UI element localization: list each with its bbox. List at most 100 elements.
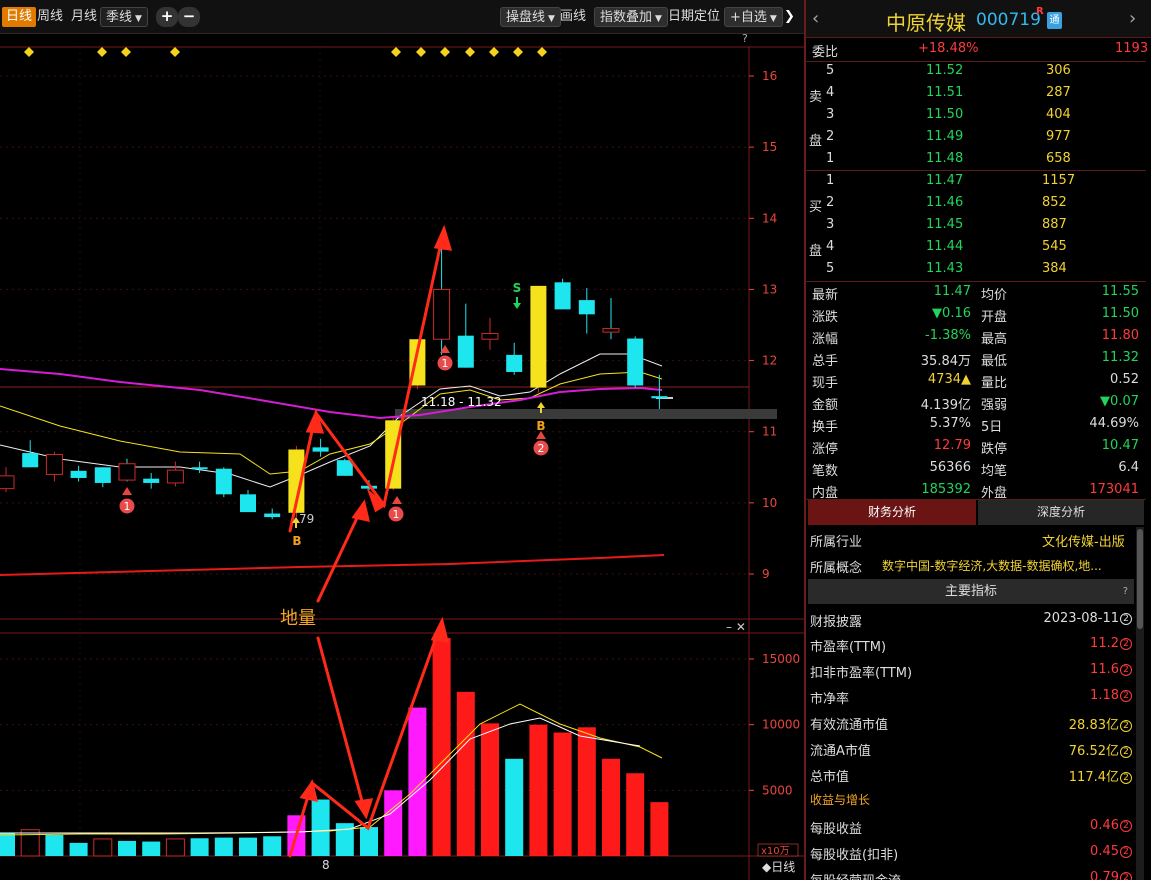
trading-line-menu[interactable]: 操盘线 ▼: [500, 7, 561, 27]
volume-bar: [481, 723, 499, 856]
candle-body: [651, 396, 668, 399]
chevron-right-icon[interactable]: ›: [1129, 8, 1136, 29]
buy-price[interactable]: 11.44: [926, 239, 963, 254]
date-locate-button[interactable]: 日期定位: [668, 7, 720, 27]
circle-two-icon: 2: [1120, 872, 1132, 880]
buy-price[interactable]: 11.45: [926, 217, 963, 232]
scrollbar-thumb[interactable]: [1137, 529, 1143, 629]
sell-level: 1: [826, 151, 835, 166]
candle-body: [118, 463, 136, 481]
volume-bar: [20, 829, 40, 857]
volume-panel-controls[interactable]: – ✕: [726, 620, 746, 634]
stat-value: 173041: [1089, 482, 1139, 497]
zoom-in-button[interactable]: +: [156, 7, 178, 27]
earnings-row[interactable]: 每股收益(扣非) 0.45 2: [810, 844, 1132, 870]
candle-body: [336, 460, 353, 476]
buy-marker: B: [536, 419, 545, 433]
sell-level: 3: [826, 107, 835, 122]
metric-row[interactable]: 有效流通市值 28.83亿 2: [810, 714, 1132, 740]
buy-volume: 887: [1042, 217, 1067, 232]
metric-row[interactable]: 扣非市盈率(TTM) 11.6 2: [810, 662, 1132, 688]
period-tab-quarter[interactable]: 季线 ▼: [100, 7, 148, 27]
candle-body: [22, 453, 39, 468]
earnings-row[interactable]: 每股经营现金流 0.792: [810, 870, 1132, 880]
price-tick-label: 15: [762, 140, 777, 154]
growth-header: 收益与增长: [810, 793, 871, 807]
candle-body: [215, 468, 232, 495]
buy-volume: 852: [1042, 195, 1067, 210]
stat-value: 11.47: [933, 284, 971, 299]
trading-line-label: 操盘线: [506, 10, 546, 25]
buy-volume: 1157: [1042, 173, 1076, 188]
collapse-panel-icon[interactable]: ❯: [784, 7, 795, 27]
circle-two-icon: 2: [1120, 746, 1132, 758]
metric-row[interactable]: 流通A市值 76.52亿 2: [810, 740, 1132, 766]
help-icon[interactable]: ?: [1123, 579, 1128, 604]
index-overlay-menu[interactable]: 指数叠加 ▼: [594, 7, 668, 27]
metric-row[interactable]: 总市值 117.4亿 2: [810, 766, 1132, 792]
tab-finance[interactable]: 财务分析: [808, 500, 976, 525]
price-tick-label: 16: [762, 69, 777, 83]
stat-label: 跌停: [981, 442, 1008, 457]
panel-scrollbar[interactable]: [1136, 527, 1144, 880]
circle-two-icon: 2: [1120, 664, 1132, 676]
sell-price[interactable]: 11.51: [926, 85, 963, 100]
watchlist-label: +自选: [730, 10, 767, 25]
volume-tick-label: 15000: [762, 652, 800, 666]
metric-label: 有效流通市值: [810, 718, 889, 733]
volume-bar: [577, 727, 596, 856]
period-tab-month[interactable]: 月线: [71, 7, 97, 27]
buy-price[interactable]: 11.47: [926, 173, 963, 188]
draw-line-button[interactable]: 画线: [560, 7, 586, 27]
order-ratio-value: 1193: [1115, 41, 1149, 56]
period-tab-week[interactable]: 周线: [37, 7, 63, 27]
concept-value[interactable]: 数字中国-数字经济,大数据-数据确权,地...: [882, 557, 1102, 574]
chevron-left-icon[interactable]: ‹: [812, 8, 819, 29]
sell-price[interactable]: 11.52: [926, 63, 963, 78]
earnings-value: 0.46 2: [1090, 818, 1132, 833]
volume-bar: [263, 836, 282, 856]
earnings-label: 每股收益(扣非): [810, 848, 899, 863]
zoom-out-button[interactable]: −: [178, 7, 200, 27]
buy-price[interactable]: 11.46: [926, 195, 963, 210]
kline-chart[interactable]: 161514131211109 15000100005000 1 B 79 1 …: [0, 32, 804, 880]
help-icon[interactable]: ?: [742, 32, 748, 45]
disclosure-label: 财报披露: [810, 615, 863, 630]
stat-label: 换手: [812, 420, 839, 435]
candle-body: [602, 328, 620, 333]
sell-volume: 306: [1046, 63, 1071, 78]
metric-label: 流通A市值: [810, 744, 871, 759]
metric-row[interactable]: 市净率 1.18 2: [810, 688, 1132, 714]
circle-two-icon: 2: [1120, 638, 1132, 650]
period-tab-day[interactable]: 日线: [2, 7, 37, 27]
metric-row[interactable]: 市盈率(TTM) 11.2 2: [810, 636, 1132, 662]
watchlist-menu[interactable]: +自选 ▼: [724, 7, 783, 27]
candle-body: [70, 470, 87, 478]
candle-body: [433, 288, 451, 340]
stat-label: 现手: [812, 376, 839, 391]
stat-value: 11.80: [1101, 328, 1139, 343]
circle-two-icon: 2: [1120, 720, 1132, 732]
buy-price[interactable]: 11.43: [926, 261, 963, 276]
tab-depth[interactable]: 深度分析: [978, 500, 1144, 525]
sell-price[interactable]: 11.48: [926, 151, 963, 166]
sell-volume: 404: [1046, 107, 1071, 122]
price-range-label: 11.18 - 11.32: [421, 395, 502, 409]
volume-bar: [432, 637, 451, 856]
candle-body: [530, 285, 547, 388]
volume-bar: [505, 758, 524, 856]
metric-number: 11.6: [1090, 662, 1119, 677]
volume-bar: [311, 799, 330, 856]
stat-value: 5.37%: [929, 416, 971, 431]
sell-price[interactable]: 11.50: [926, 107, 963, 122]
price-tick-label: 13: [762, 282, 777, 296]
sell-price[interactable]: 11.49: [926, 129, 963, 144]
industry-value[interactable]: 文化传媒-出版: [1042, 531, 1125, 550]
candle-body: [312, 447, 329, 452]
volume-bar: [118, 840, 136, 856]
stat-value: 35.84万: [920, 354, 971, 369]
earnings-number: 0.79: [1090, 870, 1119, 880]
earnings-row[interactable]: 每股收益 0.46 2: [810, 818, 1132, 844]
candle-body: [627, 338, 644, 386]
order-ratio-label: 委比: [812, 45, 839, 60]
